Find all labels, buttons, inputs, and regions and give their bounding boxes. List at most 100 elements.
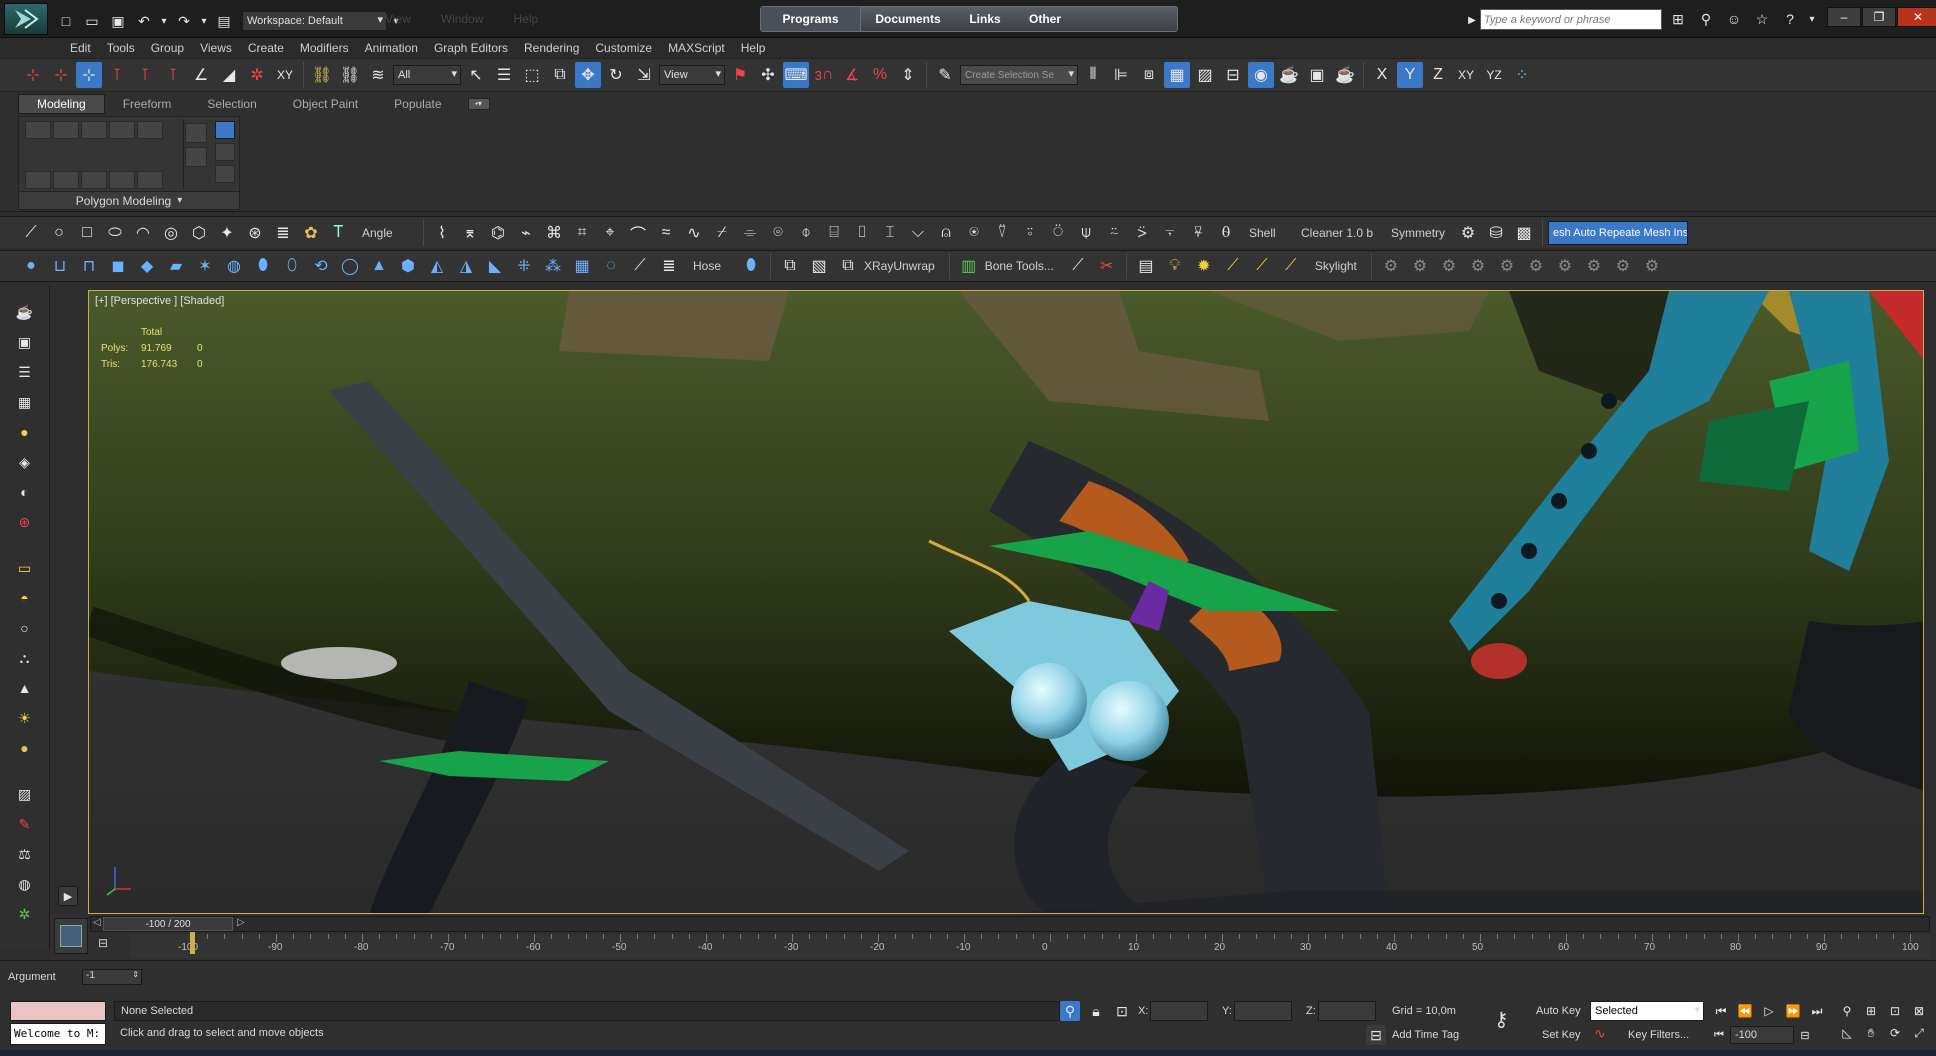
noise-modifier-icon[interactable]: ⌁ [513, 220, 539, 246]
box-primitive-icon[interactable]: ◼ [105, 253, 131, 279]
x-coordinate-field[interactable] [1150, 1001, 1208, 1021]
render-setup-icon[interactable]: ☕ [1276, 62, 1302, 88]
auto-key-button[interactable]: Auto Key [1536, 1005, 1581, 1017]
hose-label[interactable]: Hose [685, 259, 735, 273]
omni-light-icon[interactable]: 💡︎ [1162, 253, 1188, 279]
render-production-icon[interactable]: ☕ [1332, 62, 1358, 88]
smooth-modifier-icon[interactable]: ⍬ [1213, 220, 1239, 246]
zoom-icon[interactable]: ⚲ [1836, 1001, 1858, 1021]
ribbon-tool-5-icon[interactable] [137, 171, 163, 189]
add-time-tag-label[interactable]: Add Time Tag [1392, 1029, 1459, 1041]
twist-modifier-icon[interactable]: ⌬ [485, 220, 511, 246]
search-key-icon[interactable]: ⚲ [1694, 7, 1718, 31]
ribbon-tool-1-icon[interactable] [25, 171, 51, 189]
space-warp-9-icon[interactable]: ⚙ [1610, 253, 1636, 279]
slice-modifier-icon[interactable]: ⌯ [737, 220, 763, 246]
curve-editor-icon[interactable]: ▨ [1192, 62, 1218, 88]
ribbon-tool-4-icon[interactable] [109, 171, 135, 189]
line-shape-icon[interactable]: ⟋ [18, 220, 44, 246]
ribbon-stack-down-icon[interactable] [185, 147, 207, 167]
preserve-modifier-icon[interactable]: ⍝ [933, 220, 959, 246]
hedra-primitive-icon[interactable]: ✶ [192, 253, 218, 279]
field-of-view-icon[interactable]: ◺ [1836, 1023, 1858, 1043]
select-constraint-icon[interactable]: ⊹ [76, 62, 102, 88]
vertex-weld-icon[interactable]: ⚙ [1455, 220, 1481, 246]
space-warp-1-icon[interactable]: ⚙ [1378, 253, 1404, 279]
select-object-icon[interactable]: ↖ [463, 62, 489, 88]
key-filters-button[interactable]: Key Filters... [1628, 1029, 1689, 1041]
axis-xy-button[interactable]: XY [1453, 62, 1479, 88]
favorites-star-icon[interactable]: ☆ [1750, 7, 1774, 31]
scene-explorer-icon[interactable]: ▦ [1164, 62, 1190, 88]
egg-shape-icon[interactable]: ✿ [298, 220, 324, 246]
time-slider-next-icon[interactable]: ▷ [237, 917, 245, 928]
space-warp-8-icon[interactable]: ⚙ [1581, 253, 1607, 279]
absolute-mode-icon[interactable]: ⊡ [1112, 1001, 1132, 1021]
ribbon-options-icon[interactable]: ▪▾ [467, 98, 490, 110]
cylinder-primitive-icon[interactable]: ⊔ [47, 253, 73, 279]
torusknot-primitive-icon[interactable]: ⟲ [308, 253, 334, 279]
plant-tool-icon[interactable]: ✲ [13, 902, 37, 926]
viewport-label[interactable]: [+] [Perspective ] [Shaded] [95, 295, 224, 307]
sphere-tool-icon[interactable]: ○ [13, 616, 37, 640]
open-file-icon[interactable]: ▭ [80, 9, 104, 33]
go-to-end-icon[interactable]: ⏭ [1806, 1001, 1828, 1021]
hatch-tool-icon[interactable]: ▨ [13, 782, 37, 806]
time-slider-prev-icon[interactable]: ◁ [93, 917, 101, 928]
unlink-selection-icon[interactable]: ⛓ [337, 62, 363, 88]
layer-manager-icon[interactable]: ⧈ [1136, 62, 1162, 88]
array-icon[interactable]: ⁘ [1509, 62, 1535, 88]
lattice-modifier-icon[interactable]: ⌸ [821, 220, 847, 246]
helix-shape-icon[interactable]: ⊛ [242, 220, 268, 246]
list-icon[interactable]: ☰ [13, 360, 37, 384]
disc-tool-icon[interactable]: ● [13, 736, 37, 760]
binoculars-icon[interactable]: ⊞ [1666, 7, 1690, 31]
select-and-scale-icon[interactable]: ⇲ [631, 62, 657, 88]
stretch-modifier-icon[interactable]: ⌘ [541, 220, 567, 246]
unwrap-uvw-icon[interactable]: ▧ [806, 253, 832, 279]
star-constraint-icon[interactable]: ✲ [244, 62, 270, 88]
space-warp-5-icon[interactable]: ⚙ [1494, 253, 1520, 279]
current-frame-field[interactable]: -100 [1730, 1026, 1794, 1044]
squeeze-modifier-icon[interactable]: ⌗ [569, 220, 595, 246]
key-tangent-icon[interactable]: ∿ [1594, 1025, 1614, 1045]
ribbon-edge-icon[interactable] [53, 121, 79, 139]
sphere-primitive-icon[interactable]: ● [18, 253, 44, 279]
xy-label-icon[interactable]: XY [272, 62, 298, 88]
unlink-constraint-icon[interactable]: ⊹ [48, 62, 74, 88]
star-shape-icon[interactable]: ✦ [214, 220, 240, 246]
extrude-modifier-icon[interactable]: ⍨ [1101, 220, 1127, 246]
menu-maxscript[interactable]: MAXScript [660, 41, 733, 55]
select-and-move-icon[interactable]: ✥ [575, 62, 601, 88]
turbosmooth-modifier-icon[interactable]: ⍤ [1017, 220, 1043, 246]
plane-primitive-icon[interactable]: ▰ [163, 253, 189, 279]
section-shape-icon[interactable]: ≣ [270, 220, 296, 246]
pen-tool-icon[interactable]: ✎ [13, 812, 37, 836]
rectangular-selection-icon[interactable]: ⬚ [519, 62, 545, 88]
bone-create-icon[interactable]: ⟋ [1065, 253, 1091, 279]
measure-tool-icon[interactable]: ⚖ [13, 842, 37, 866]
next-frame-icon[interactable]: ⏩ [1782, 1001, 1804, 1021]
time-slider[interactable]: ◁ -100 / 200 ▷ [90, 916, 1930, 932]
viewport-perspective[interactable]: [+] [Perspective ] [Shaded] Total Polys:… [88, 290, 1924, 914]
menu-group[interactable]: Group [143, 41, 192, 55]
menu-rendering[interactable]: Rendering [516, 41, 587, 55]
film-icon[interactable]: ⊛ [13, 510, 37, 534]
ribbon-tool-3-icon[interactable] [81, 171, 107, 189]
time-cursor[interactable] [190, 932, 195, 954]
tab-documents[interactable]: Documents [861, 12, 955, 26]
ribbon-tab-freeform[interactable]: Freeform [105, 97, 190, 111]
zoom-extents-icon[interactable]: ⊡ [1884, 1001, 1906, 1021]
space-warp-6-icon[interactable]: ⚙ [1523, 253, 1549, 279]
zoom-extents-all-icon[interactable]: ⊠ [1908, 1001, 1930, 1021]
snaps-toggle-icon[interactable]: 3 ∩ [811, 62, 837, 88]
xray-unwrap-label[interactable]: XRayUnwrap [864, 259, 943, 273]
menu-customize[interactable]: Customize [587, 41, 660, 55]
rendered-frame-window-icon[interactable]: ▣ [1304, 62, 1330, 88]
ribbon-tool-2-icon[interactable] [53, 171, 79, 189]
ring-wave-icon[interactable]: ◌ [598, 253, 624, 279]
lathe-modifier-icon[interactable]: ⍦ [1073, 220, 1099, 246]
bone-tools-icon[interactable]: ▥ [956, 253, 982, 279]
isolate-selection-icon[interactable]: ⚲ [1060, 1001, 1080, 1021]
trackbar[interactable]: -100 -90 -80 -70 -60 -50 -40 -30 -20 -10 0 10 20 30 40… [130, 932, 1930, 958]
